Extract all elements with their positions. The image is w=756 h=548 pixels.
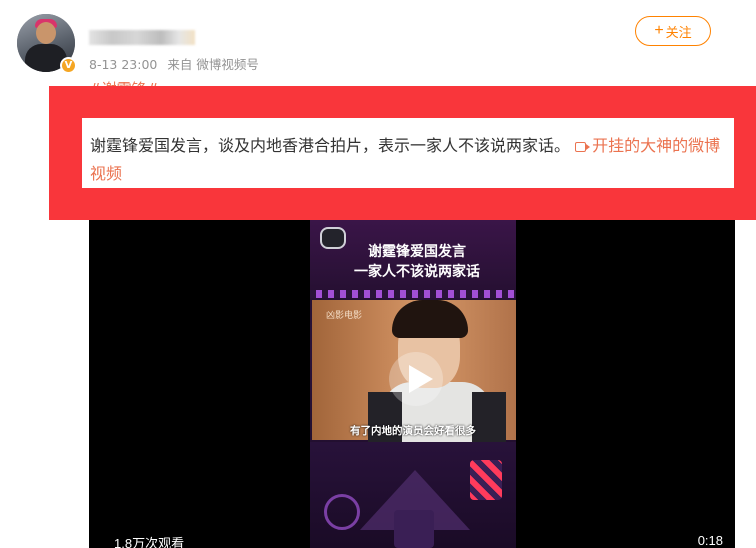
follow-button[interactable]: + 关注 — [635, 16, 711, 46]
video-title-line2: 一家人不该说两家话 — [354, 264, 480, 280]
video-caption-title: 谢霆锋爱国发言 一家人不该说两家话 — [332, 242, 502, 282]
video-title-line1: 谢霆锋爱国发言 — [368, 244, 466, 260]
post-source: 来自 微博视频号 — [167, 57, 259, 72]
post-text: 谢霆锋爱国发言，谈及内地香港合拍片，表示一家人不该说两家话。 开挂的大神的微博视… — [82, 118, 734, 188]
video-player[interactable]: 谢霆锋爱国发言 一家人不该说两家话 凶影电影 有了内地的演员会好看很多 1.8万… — [89, 220, 735, 548]
post-meta: 8-13 23:00 来自 微博视频号 — [89, 54, 265, 73]
video-camera-icon — [575, 142, 591, 152]
verified-badge-icon: V — [60, 57, 77, 74]
plus-icon: + — [654, 22, 664, 39]
video-duration: 0:18 — [697, 533, 723, 548]
view-count: 1.8万次观看 — [114, 536, 185, 548]
video-subtitle: 有了内地的演员会好看很多 — [350, 425, 476, 437]
video-watermark: 凶影电影 — [326, 311, 363, 321]
play-button[interactable] — [389, 352, 443, 406]
clapperboard-icon — [470, 460, 502, 500]
username-blurred[interactable] — [89, 30, 195, 45]
post-body: 谢霆锋爱国发言，谈及内地香港合拍片，表示一家人不该说两家话。 — [90, 136, 571, 155]
follow-label: 关注 — [665, 24, 692, 40]
post-time[interactable]: 8-13 23:00 — [89, 57, 157, 72]
film-reel-icon — [324, 494, 360, 530]
